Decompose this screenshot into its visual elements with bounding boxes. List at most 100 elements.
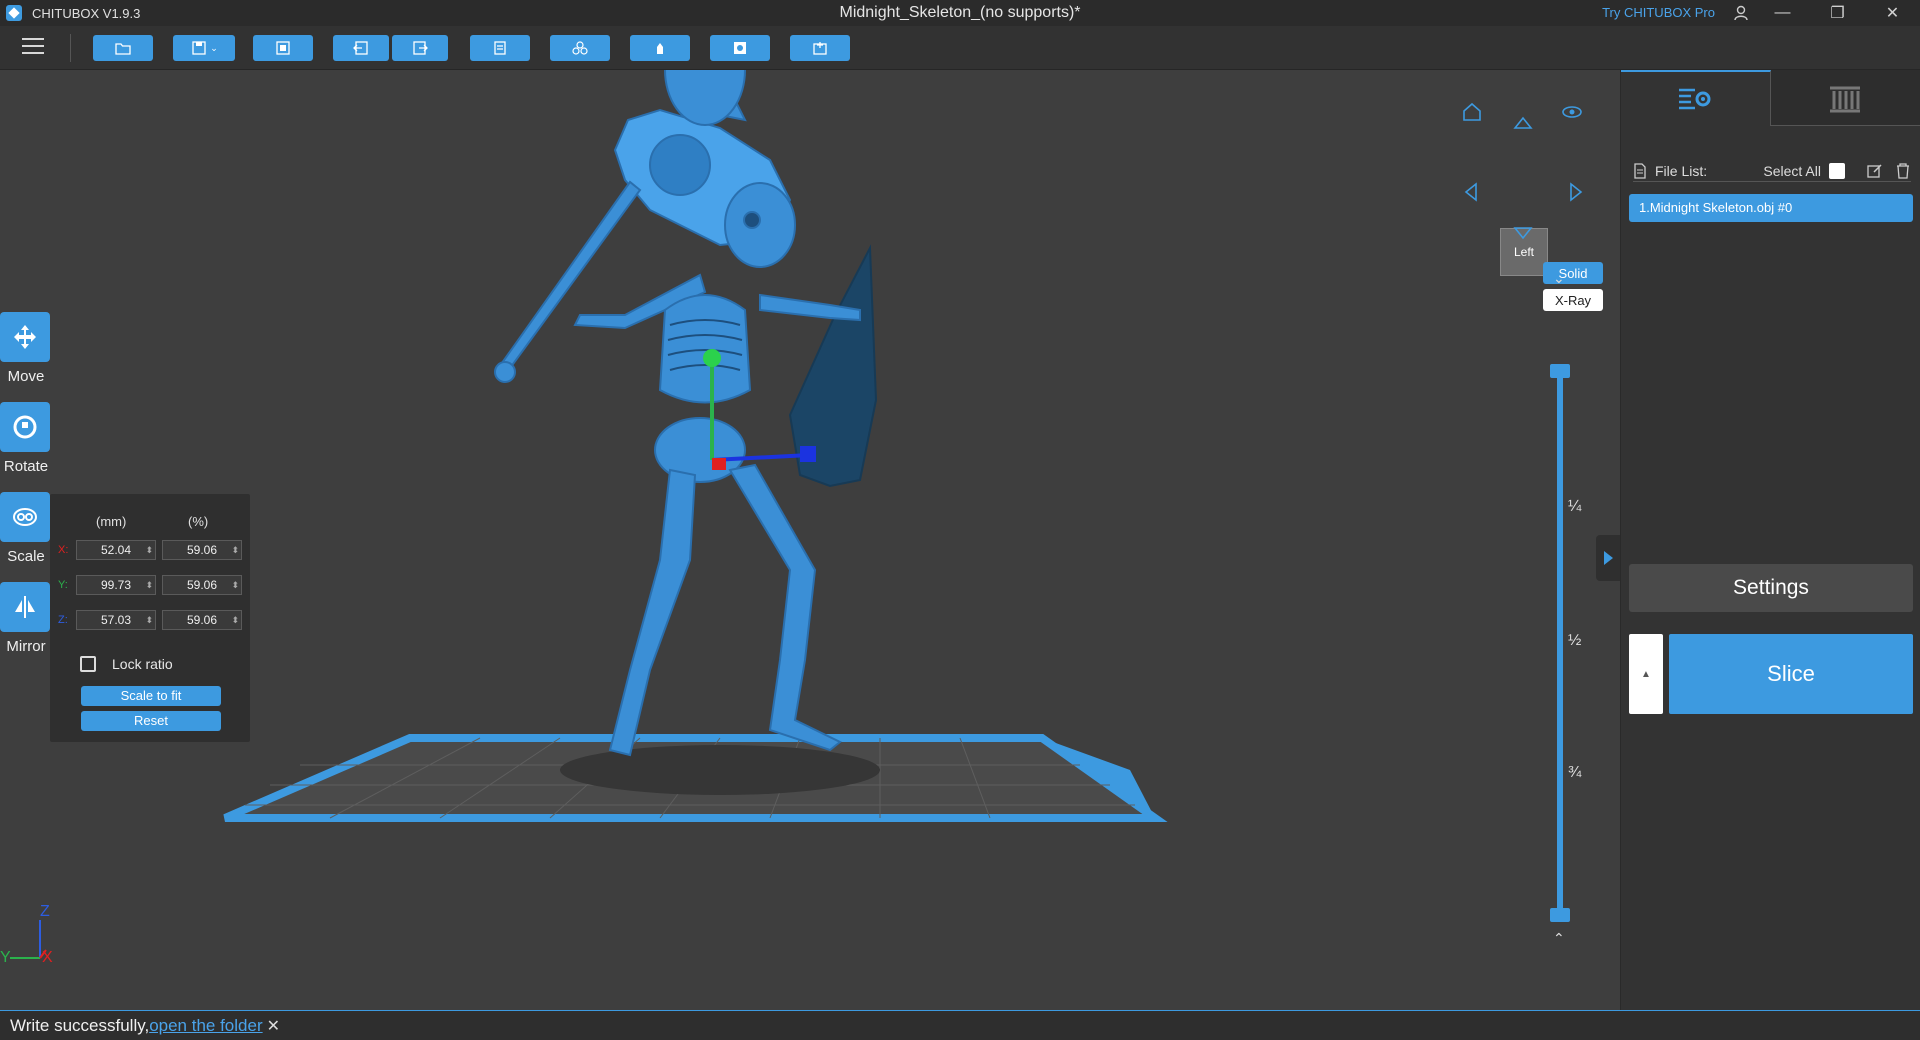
axis-label-x: X xyxy=(42,949,53,966)
home-view-icon[interactable] xyxy=(1460,100,1484,124)
skeleton-model[interactable] xyxy=(494,70,878,757)
axis-label-z: Z xyxy=(40,903,50,920)
scale-label: Scale xyxy=(7,548,45,565)
caret-up-icon: ▲ xyxy=(1641,668,1651,680)
layer-slider-track[interactable] xyxy=(1557,370,1563,914)
restore-button[interactable]: ❐ xyxy=(1810,0,1865,26)
tab-settings-list[interactable] xyxy=(1621,70,1771,126)
support-button[interactable] xyxy=(630,35,690,61)
layout-icon xyxy=(276,41,290,55)
close-window-button[interactable]: ✕ xyxy=(1865,0,1920,26)
rotate-tool[interactable]: Rotate xyxy=(0,402,52,492)
undo-button[interactable] xyxy=(333,35,389,61)
chevron-down-icon: ⌄ xyxy=(210,42,218,53)
bottom-view-icon[interactable] xyxy=(1511,220,1535,244)
slider-mark-half: ½ xyxy=(1568,632,1582,649)
minimize-button[interactable]: — xyxy=(1755,0,1810,26)
scale-icon xyxy=(0,492,50,542)
lock-ratio-label: Lock ratio xyxy=(112,656,173,672)
hollow-button[interactable] xyxy=(710,35,770,61)
slider-mark-quarter: ¼ xyxy=(1568,498,1582,515)
move-icon xyxy=(0,312,50,362)
select-all-checkbox[interactable] xyxy=(1829,162,1845,179)
file-icon xyxy=(1634,162,1646,179)
pillars-icon xyxy=(1830,86,1861,112)
status-bar: Write successfully, open the folder ✕ xyxy=(0,1010,1920,1040)
edit-icon[interactable] xyxy=(1867,163,1883,179)
copy-icon xyxy=(494,41,506,55)
scale-tool[interactable]: Scale xyxy=(0,492,52,582)
file-list-header: File List: Select All xyxy=(1633,160,1911,182)
hamburger-menu-button[interactable] xyxy=(22,38,44,58)
arrange-icon xyxy=(572,41,588,55)
scale-row-x: X: 52.04 59.06 xyxy=(50,540,250,562)
support-icon xyxy=(657,43,663,54)
mirror-icon xyxy=(0,582,50,632)
toolbar-divider xyxy=(70,34,71,62)
axis-indicator: Z Y X xyxy=(0,903,53,966)
move-label: Move xyxy=(7,368,45,385)
try-pro-link[interactable]: Try CHITUBOX Pro xyxy=(1602,5,1715,20)
right-panel-tabs xyxy=(1621,70,1920,126)
percent-header: (%) xyxy=(188,514,209,529)
save-icon xyxy=(192,41,206,55)
slider-mark-three-quarter: ¾ xyxy=(1568,764,1582,781)
copy-button[interactable] xyxy=(470,35,530,61)
eye-icon[interactable] xyxy=(1560,100,1584,124)
scale-panel: (mm) (%) X: 52.04 59.06 Y: 99.73 59.06 Z… xyxy=(50,494,250,742)
reset-button[interactable]: Reset xyxy=(81,711,221,731)
x-percent-field[interactable]: 59.06 xyxy=(162,540,242,560)
file-list-item[interactable]: 1.Midnight Skeleton.obj #0 xyxy=(1629,194,1913,222)
panel-collapse-button[interactable] xyxy=(1596,535,1620,581)
chevron-up-icon[interactable]: ⌃ xyxy=(1553,930,1565,947)
dig-hole-button[interactable] xyxy=(790,35,850,61)
lock-ratio-row[interactable]: Lock ratio xyxy=(80,656,173,672)
layer-slider-top-knob[interactable] xyxy=(1550,364,1570,378)
xray-mode-button[interactable]: X-Ray xyxy=(1543,289,1603,311)
y-percent-field[interactable]: 59.06 xyxy=(162,575,242,595)
axis-z-label: Z: xyxy=(58,614,68,626)
slice-button[interactable]: Slice xyxy=(1669,634,1913,714)
close-icon[interactable]: ✕ xyxy=(267,1016,280,1036)
axis-y-label: Y: xyxy=(58,579,68,591)
chevron-down-icon[interactable]: ⌄ xyxy=(1553,270,1565,287)
caret-right-icon xyxy=(1604,551,1613,565)
scale-row-z: Z: 57.03 59.06 xyxy=(50,610,250,632)
save-button[interactable]: ⌄ xyxy=(173,35,235,61)
right-arrow-view-icon[interactable] xyxy=(1563,180,1587,204)
z-percent-field[interactable]: 59.06 xyxy=(162,610,242,630)
arrange-button[interactable] xyxy=(550,35,610,61)
solid-mode-button[interactable]: Solid xyxy=(1543,262,1603,284)
y-mm-field[interactable]: 99.73 xyxy=(76,575,156,595)
chitubox-logo-icon xyxy=(6,5,22,21)
lock-ratio-checkbox[interactable] xyxy=(80,656,96,672)
undo-icon xyxy=(353,41,368,55)
scale-row-y: Y: 99.73 59.06 xyxy=(50,575,250,597)
scale-to-fit-button[interactable]: Scale to fit xyxy=(81,686,221,706)
list-gear-icon xyxy=(1679,88,1711,110)
trash-icon[interactable] xyxy=(1895,162,1911,179)
open-file-button[interactable] xyxy=(93,35,153,61)
user-icon[interactable] xyxy=(1732,4,1750,22)
redo-button[interactable] xyxy=(392,35,448,61)
rotate-icon xyxy=(0,402,50,452)
top-view-icon[interactable] xyxy=(1511,112,1535,136)
open-folder-link[interactable]: open the folder xyxy=(149,1016,262,1036)
mirror-tool[interactable]: Mirror xyxy=(0,582,52,672)
mirror-label: Mirror xyxy=(6,638,46,655)
axis-x-label: X: xyxy=(58,544,69,556)
left-arrow-view-icon[interactable] xyxy=(1460,180,1484,204)
slice-options-toggle[interactable]: ▲ xyxy=(1629,634,1663,714)
app-name: CHITUBOX V1.9.3 xyxy=(32,5,141,21)
axis-label-y: Y xyxy=(0,949,11,966)
x-mm-field[interactable]: 52.04 xyxy=(76,540,156,560)
layer-slider-bottom-knob[interactable] xyxy=(1550,908,1570,922)
z-mm-field[interactable]: 57.03 xyxy=(76,610,156,630)
auto-layout-button[interactable] xyxy=(253,35,313,61)
file-list-label: File List: xyxy=(1655,162,1708,179)
rotate-label: Rotate xyxy=(3,458,49,475)
settings-button[interactable]: Settings xyxy=(1629,564,1913,612)
move-tool[interactable]: Move xyxy=(0,312,52,402)
tab-supports[interactable] xyxy=(1770,70,1920,126)
window-controls: — ❐ ✕ xyxy=(1755,0,1920,26)
